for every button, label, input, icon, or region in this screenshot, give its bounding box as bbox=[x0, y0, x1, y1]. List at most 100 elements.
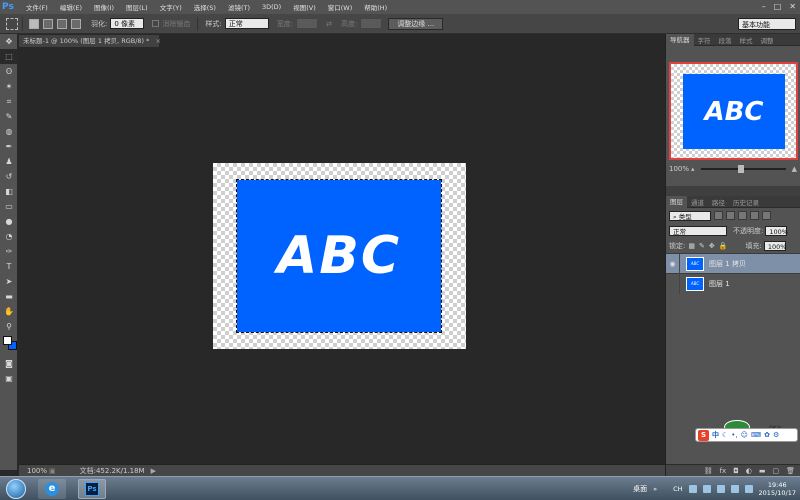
navigator-zoom-value[interactable]: 100% bbox=[669, 165, 691, 173]
maximize-button[interactable]: □ bbox=[774, 2, 782, 11]
magic-wand-icon[interactable]: ✶ bbox=[0, 79, 18, 94]
filter-pixel-icon[interactable] bbox=[714, 211, 723, 220]
layer-filter-select[interactable]: ⌕ 类型 bbox=[669, 210, 711, 221]
tab-character[interactable]: 字符 bbox=[694, 35, 715, 45]
tab-layers[interactable]: 图层 bbox=[666, 195, 687, 208]
layer-row[interactable]: ABC 图层 1 bbox=[666, 273, 800, 294]
adjustment-icon[interactable]: ◐ bbox=[746, 467, 752, 475]
crop-tool-icon[interactable]: ⌗ bbox=[0, 94, 18, 109]
foreground-color-swatch[interactable] bbox=[3, 336, 12, 345]
close-button[interactable]: ✕ bbox=[789, 2, 796, 11]
volume-icon[interactable] bbox=[744, 485, 753, 493]
tab-paths[interactable]: 路径 bbox=[708, 197, 729, 207]
menu-3d[interactable]: 3D(D) bbox=[256, 3, 287, 11]
smile-icon[interactable]: ☺ bbox=[741, 431, 748, 439]
ime-toolbar[interactable]: S 中 ☾ •, ☺ ⌨ ✿ ⚙ bbox=[695, 428, 798, 442]
fx-icon[interactable]: fx bbox=[720, 467, 727, 475]
tray-app-icon[interactable] bbox=[688, 485, 697, 493]
intersect-selection-icon[interactable] bbox=[71, 18, 81, 29]
menu-view[interactable]: 视图(V) bbox=[287, 2, 322, 12]
history-brush-icon[interactable]: ↺ bbox=[0, 169, 18, 184]
document-canvas[interactable]: ABC bbox=[213, 163, 466, 349]
zoom-level[interactable]: 100% bbox=[27, 467, 49, 475]
eraser-tool-icon[interactable]: ◧ bbox=[0, 184, 18, 199]
tools-icon[interactable]: ⚙ bbox=[773, 431, 779, 439]
new-layer-icon[interactable]: ▢ bbox=[772, 467, 779, 475]
punctuation-icon[interactable]: •, bbox=[731, 431, 737, 439]
tray-app-icon[interactable] bbox=[716, 485, 725, 493]
desktop-label[interactable]: 桌面 bbox=[633, 484, 647, 494]
tray-app-icon[interactable] bbox=[702, 485, 711, 493]
zoom-tool-icon[interactable]: ⚲ bbox=[0, 319, 18, 334]
marquee-tool-preset-icon[interactable] bbox=[6, 17, 18, 30]
zoom-slider-handle[interactable] bbox=[737, 165, 744, 173]
eyedropper-icon[interactable]: ✎ bbox=[0, 109, 18, 124]
quick-mask-icon[interactable]: ◙ bbox=[0, 356, 18, 371]
add-selection-icon[interactable] bbox=[43, 18, 53, 29]
menu-type[interactable]: 文字(Y) bbox=[154, 2, 188, 12]
ime-language[interactable]: 中 bbox=[712, 430, 719, 440]
filter-type-icon[interactable] bbox=[738, 211, 747, 220]
network-icon[interactable] bbox=[730, 485, 739, 493]
opacity-input[interactable]: 100% bbox=[765, 225, 788, 236]
dodge-tool-icon[interactable]: ◔ bbox=[0, 229, 18, 244]
desktop-arrow-icon[interactable]: » bbox=[653, 485, 657, 493]
taskbar-photoshop[interactable]: Ps bbox=[78, 478, 106, 499]
visibility-toggle[interactable]: ◉ bbox=[666, 253, 680, 274]
style-select[interactable]: 正常 bbox=[224, 18, 269, 29]
taskbar-ie[interactable]: e bbox=[38, 478, 66, 499]
hand-tool-icon[interactable]: ✋ bbox=[0, 304, 18, 319]
navigator-zoom-slider[interactable] bbox=[700, 165, 786, 173]
lock-brush-icon[interactable]: ✎ bbox=[699, 242, 705, 250]
layer-name[interactable]: 图层 1 bbox=[709, 279, 730, 289]
group-icon[interactable]: ▬ bbox=[759, 467, 766, 475]
skin-icon[interactable]: ✿ bbox=[764, 431, 770, 439]
lock-transparent-icon[interactable]: ▦ bbox=[688, 242, 695, 250]
height-input[interactable] bbox=[360, 18, 383, 29]
menu-select[interactable]: 选择(S) bbox=[188, 2, 222, 12]
pen-tool-icon[interactable]: ✑ bbox=[0, 244, 18, 259]
menu-file[interactable]: 文件(F) bbox=[20, 2, 54, 12]
ime-indicator[interactable]: CH bbox=[673, 485, 682, 493]
tab-adjustments[interactable]: 调整 bbox=[757, 35, 778, 45]
minimize-button[interactable]: – bbox=[762, 2, 766, 11]
tab-channels[interactable]: 通道 bbox=[687, 197, 708, 207]
filter-smart-icon[interactable] bbox=[762, 211, 771, 220]
moon-icon[interactable]: ☾ bbox=[722, 431, 728, 439]
status-menu-icon[interactable]: ▶ bbox=[151, 467, 156, 475]
shape-tool-icon[interactable]: ▬ bbox=[0, 289, 18, 304]
trash-icon[interactable]: 🗑 bbox=[786, 467, 795, 475]
lock-all-icon[interactable]: 🔒 bbox=[719, 242, 728, 250]
refine-edge-button[interactable]: 调整边缘 ... bbox=[388, 17, 444, 30]
navigator-preview[interactable]: ABC bbox=[669, 62, 798, 160]
layer-name[interactable]: 图层 1 拷贝 bbox=[709, 259, 746, 269]
start-button[interactable] bbox=[6, 478, 26, 499]
marquee-tool-icon[interactable]: ⬚ bbox=[0, 49, 18, 64]
blend-mode-select[interactable]: 正常 bbox=[669, 225, 727, 236]
gradient-tool-icon[interactable]: ▭ bbox=[0, 199, 18, 214]
document-tab[interactable]: 未标题-1 @ 100% (图层 1 拷贝, RGB/8) * × bbox=[19, 35, 161, 47]
width-input[interactable] bbox=[296, 18, 319, 29]
filter-shape-icon[interactable] bbox=[750, 211, 759, 220]
menu-window[interactable]: 窗口(W) bbox=[322, 2, 359, 12]
lasso-tool-icon[interactable]: ʘ bbox=[0, 64, 18, 79]
stamp-tool-icon[interactable]: ♟ bbox=[0, 154, 18, 169]
type-tool-icon[interactable]: T bbox=[0, 259, 18, 274]
clock[interactable]: 19:46 2015/10/17 bbox=[759, 481, 796, 497]
menu-image[interactable]: 图像(I) bbox=[88, 2, 120, 12]
fill-input[interactable]: 100% bbox=[763, 240, 786, 251]
tab-history[interactable]: 历史记录 bbox=[729, 197, 763, 207]
workspace-select[interactable]: 基本功能 bbox=[738, 18, 796, 30]
menu-help[interactable]: 帮助(H) bbox=[358, 2, 393, 12]
link-icon[interactable]: ⛓ bbox=[704, 467, 713, 475]
menu-edit[interactable]: 编辑(E) bbox=[54, 2, 88, 12]
filter-adjust-icon[interactable] bbox=[726, 211, 735, 220]
menu-layer[interactable]: 图层(L) bbox=[120, 2, 154, 12]
keyboard-icon[interactable]: ⌨ bbox=[751, 431, 761, 439]
screen-mode-icon[interactable]: ▣ bbox=[0, 371, 18, 386]
subtract-selection-icon[interactable] bbox=[57, 18, 67, 29]
menu-filter[interactable]: 滤镜(T) bbox=[222, 2, 256, 12]
antialias-checkbox[interactable] bbox=[152, 20, 160, 27]
layer-row[interactable]: ◉ ABC 图层 1 拷贝 bbox=[666, 253, 800, 274]
zoom-out-icon[interactable]: ▴ bbox=[691, 165, 695, 173]
